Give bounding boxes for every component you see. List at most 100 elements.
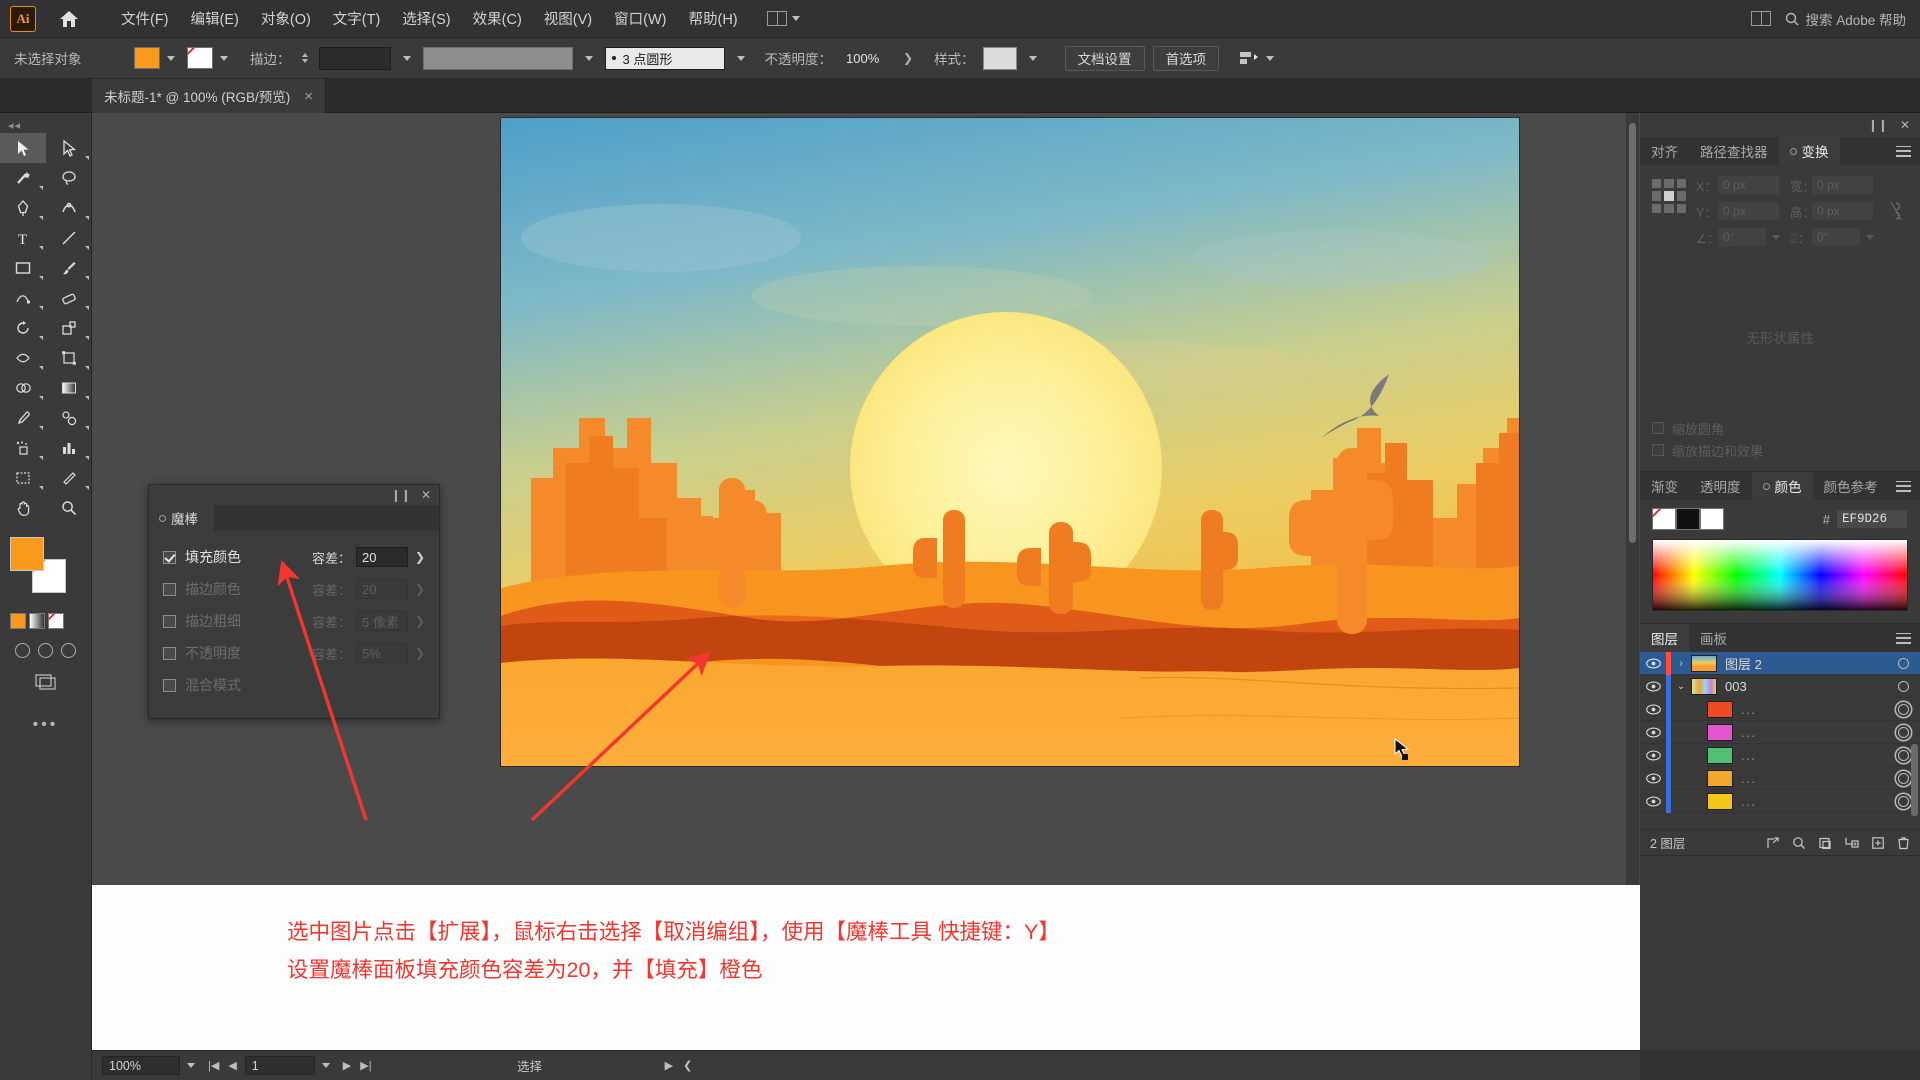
tab-align[interactable]: 对齐	[1640, 137, 1689, 165]
stroke-profile-dropdown[interactable]	[581, 55, 597, 61]
layer-row-003[interactable]: ⌄ 003	[1640, 674, 1920, 698]
color-panel-menu-button[interactable]	[1896, 472, 1920, 500]
toolbar-fill-swatch[interactable]	[10, 537, 44, 571]
shape-builder-tool[interactable]	[0, 373, 46, 403]
collapse-icon[interactable]: ❙❙	[1868, 118, 1888, 132]
collapse-icon[interactable]: ❙❙	[391, 488, 411, 502]
stroke-weight-dropdown[interactable]	[399, 55, 415, 61]
expand-layer-icon[interactable]: ›	[1671, 658, 1691, 669]
wand-row-fill-color[interactable]: 填充颜色 容差： 20 ❯	[163, 541, 427, 573]
brush-definition-input[interactable]: 3 点圆形	[604, 46, 725, 70]
shaper-tool[interactable]	[0, 283, 46, 313]
arrange-documents-button[interactable]	[766, 11, 800, 26]
sublayer-row[interactable]: ...	[1640, 766, 1920, 790]
none-color-swatch[interactable]	[1652, 508, 1676, 530]
tab-layers[interactable]: 图层	[1640, 624, 1689, 652]
fill-dropdown[interactable]	[163, 55, 179, 61]
opacity-checkbox[interactable]	[163, 646, 176, 660]
menu-item-edit[interactable]: 编辑(E)	[180, 4, 250, 33]
zoom-level-input[interactable]: 100%	[102, 1056, 180, 1075]
layers-panel-menu-button[interactable]	[1896, 624, 1920, 652]
lasso-tool[interactable]	[46, 163, 92, 193]
stroke-dropdown[interactable]	[216, 55, 232, 61]
first-artboard-icon[interactable]: |◀	[208, 1059, 219, 1072]
line-segment-tool[interactable]	[46, 223, 92, 253]
artboard-number-input[interactable]: 1	[244, 1056, 315, 1075]
menu-item-type[interactable]: 文字(T)	[322, 4, 392, 33]
rectangle-tool[interactable]	[0, 253, 46, 283]
fill-tolerance-expand-icon[interactable]: ❯	[413, 550, 427, 564]
close-icon[interactable]: ✕	[1900, 118, 1910, 132]
layers-scrollbar[interactable]	[1911, 744, 1918, 816]
layer-name[interactable]: 图层 2	[1725, 654, 1886, 673]
zoom-dropdown[interactable]	[180, 1063, 202, 1068]
visibility-toggle-icon[interactable]	[1640, 750, 1666, 761]
home-icon[interactable]	[58, 8, 80, 30]
slice-tool[interactable]	[46, 463, 92, 493]
constrain-proportions-toggle[interactable]	[1884, 175, 1908, 247]
chevron-down-icon[interactable]	[1772, 234, 1780, 240]
stroke-color-control[interactable]	[187, 47, 232, 69]
fill-color-control[interactable]	[134, 47, 179, 69]
style-swatch[interactable]	[982, 46, 1017, 70]
reference-point-selector[interactable]	[1652, 179, 1686, 213]
make-clipping-mask-icon[interactable]	[1818, 836, 1832, 850]
target-indicator[interactable]	[1886, 680, 1920, 692]
paintbrush-tool[interactable]	[46, 253, 92, 283]
visibility-toggle-icon[interactable]	[1640, 681, 1666, 692]
free-transform-tool[interactable]	[46, 343, 92, 373]
rotate-tool[interactable]	[0, 313, 46, 343]
visibility-toggle-icon[interactable]	[1640, 658, 1666, 669]
preferences-button[interactable]: 首选项	[1152, 45, 1220, 71]
magic-wand-panel-titlebar[interactable]: ❙❙ ✕	[149, 485, 439, 505]
previous-artboard-icon[interactable]: ◀	[228, 1059, 236, 1072]
visibility-toggle-icon[interactable]	[1640, 727, 1666, 738]
gradient-swatch-icon[interactable]	[29, 613, 45, 629]
eraser-tool[interactable]	[46, 283, 92, 313]
tab-pathfinder[interactable]: 路径查找器	[1689, 137, 1779, 165]
artboard-tool[interactable]	[0, 463, 46, 493]
transform-y-input[interactable]: 0 px	[1717, 201, 1780, 221]
stroke-swatch[interactable]	[187, 47, 213, 69]
transform-shear-input[interactable]: 0°	[1811, 227, 1861, 247]
stroke-weight-stepper[interactable]	[301, 53, 308, 63]
tab-transform[interactable]: 变换	[1778, 137, 1840, 165]
sublayer-row[interactable]: ...	[1640, 789, 1920, 813]
none-swatch-icon[interactable]	[48, 613, 64, 629]
white-color-swatch[interactable]	[1700, 508, 1724, 530]
status-collapse-icon[interactable]: ❮	[678, 1059, 697, 1072]
menu-item-help[interactable]: 帮助(H)	[677, 4, 748, 33]
visibility-toggle-icon[interactable]	[1640, 773, 1666, 784]
sublayer-name[interactable]: ...	[1741, 794, 1886, 809]
artboard-dropdown[interactable]	[315, 1063, 337, 1068]
chevron-down-icon[interactable]	[1866, 234, 1874, 240]
blending-mode-checkbox[interactable]	[163, 678, 176, 692]
new-layer-icon[interactable]	[1871, 836, 1885, 850]
draw-inside-icon[interactable]	[61, 643, 76, 658]
scale-strokes-effects-row[interactable]: 缩放描边和效果	[1652, 439, 1908, 461]
wand-row-blending-mode[interactable]: 混合模式	[163, 669, 427, 701]
width-tool[interactable]	[0, 343, 46, 373]
search-icon[interactable]	[1792, 836, 1806, 850]
layer-name[interactable]: 003	[1725, 679, 1886, 694]
normal-screen-mode-icon[interactable]	[15, 643, 30, 658]
tab-artboards[interactable]: 画板	[1689, 624, 1738, 652]
opacity-expand-icon[interactable]: ❯	[900, 51, 916, 65]
screen-mode-icon[interactable]	[34, 672, 58, 690]
transform-height-input[interactable]: 0 px	[1811, 201, 1874, 221]
sublayer-name[interactable]: ...	[1741, 725, 1886, 740]
sublayer-name[interactable]: ...	[1741, 771, 1886, 786]
zoom-tool[interactable]	[46, 493, 92, 523]
sublayer-name[interactable]: ...	[1741, 748, 1886, 763]
tab-color[interactable]: 颜色	[1751, 472, 1813, 500]
style-dropdown[interactable]	[1025, 55, 1041, 61]
wand-row-opacity[interactable]: 不透明度 容差： 5% ❯	[163, 637, 427, 669]
menu-item-select[interactable]: 选择(S)	[391, 4, 461, 33]
menu-item-effect[interactable]: 效果(C)	[462, 4, 533, 33]
symbol-sprayer-tool[interactable]	[0, 433, 46, 463]
target-indicator[interactable]	[1886, 726, 1920, 738]
tab-color-guide[interactable]: 颜色参考	[1813, 472, 1889, 500]
tab-gradient[interactable]: 渐变	[1640, 472, 1689, 500]
close-icon[interactable]: ×	[304, 88, 313, 105]
collapse-layer-icon[interactable]: ⌄	[1671, 681, 1691, 692]
